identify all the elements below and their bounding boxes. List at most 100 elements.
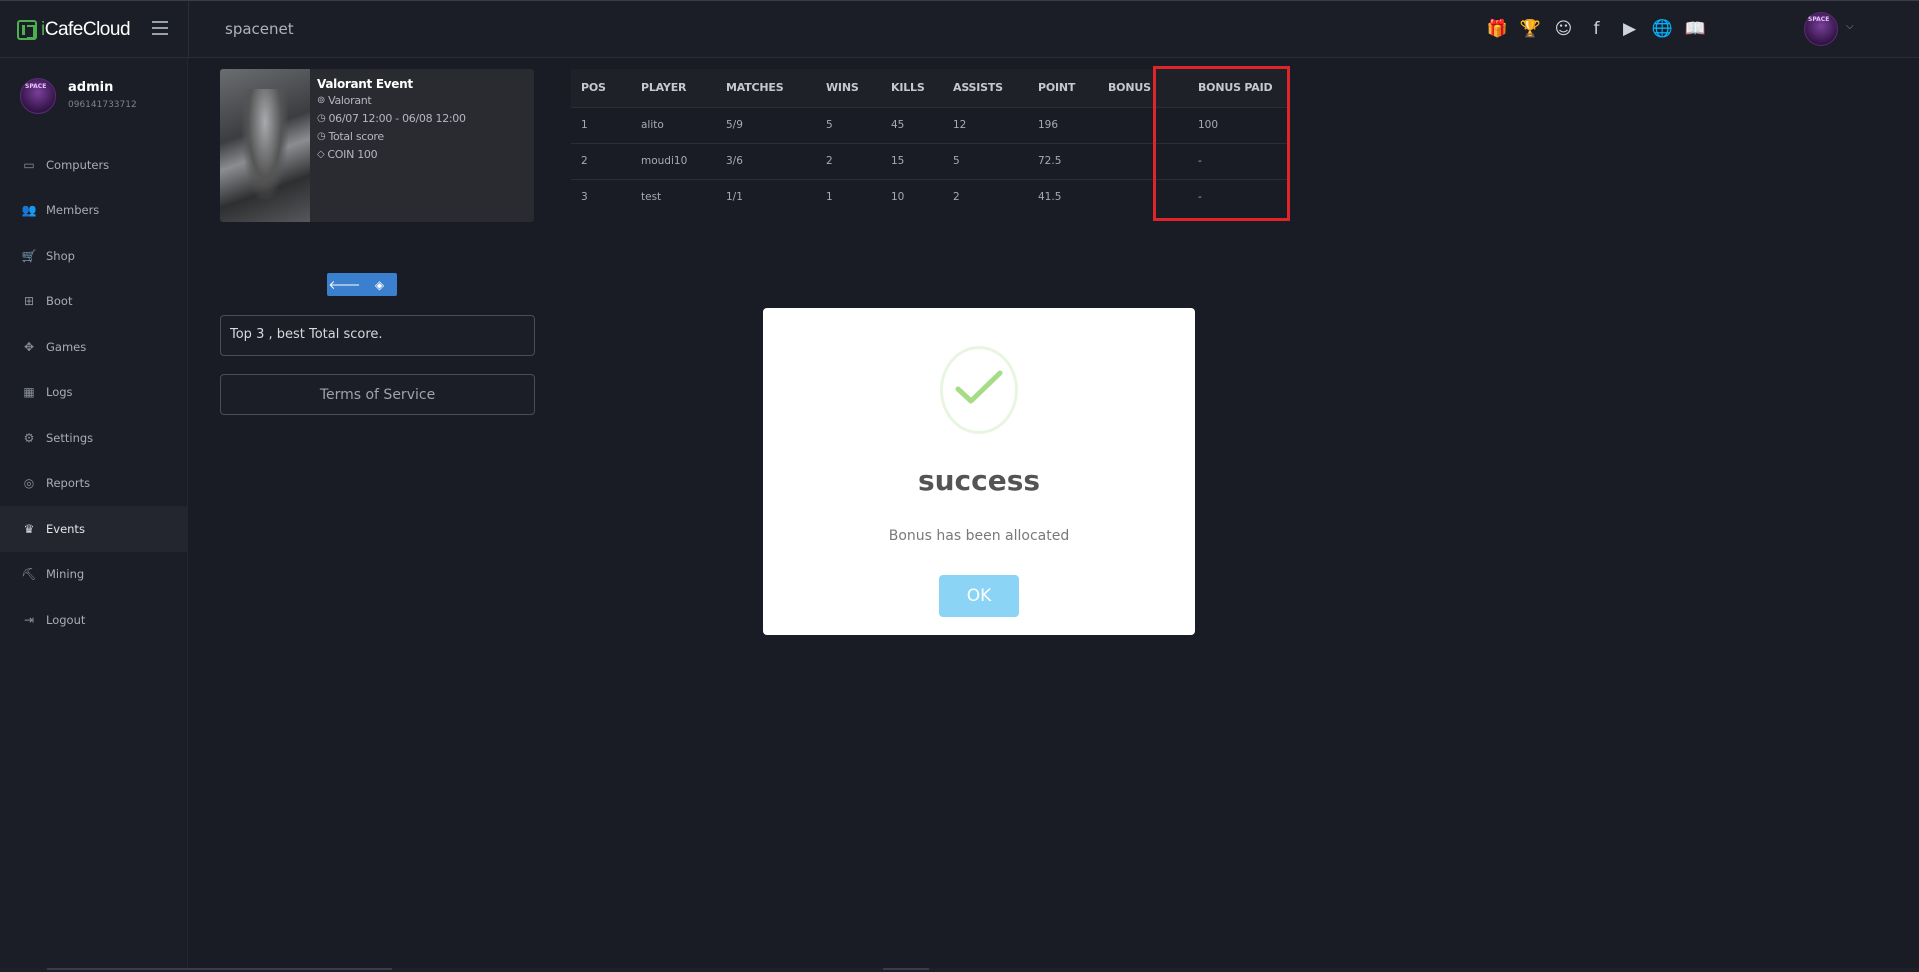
table-cell: 15 [881, 142, 943, 179]
table-row: 2 moudi10 3/6 2 15 5 72.5- [571, 142, 1289, 179]
settings-icon: ⚙ [23, 430, 35, 445]
table-cell: 41.5 [1028, 178, 1098, 215]
sidebar-item-mining[interactable]: ⛏ Mining [0, 552, 188, 598]
column-header[interactable]: POINT [1028, 69, 1098, 107]
event-scoring-line: ◷ Total score [317, 130, 466, 143]
ok-button[interactable]: OK [939, 575, 1019, 617]
leaderboard-table: POS PLAYER MATCHES WINS KILLS ASSISTS POINT BON… [571, 69, 1289, 215]
table-cell: 1 [571, 106, 631, 143]
calendar-icon: ▦ [23, 385, 35, 400]
pickaxe-icon: ⛏ [21, 567, 37, 582]
event-reward: COIN 100 [327, 148, 378, 161]
logout-icon: ⇥ [23, 612, 35, 627]
column-header[interactable]: MATCHES [716, 69, 816, 107]
user-phone: 096141733712 [68, 100, 137, 110]
sidebar-item-label: Mining [46, 567, 85, 582]
table-cell: 1/1 [716, 178, 816, 215]
event-card: Valorant Event ⊚ Valorant ◷ 06/07 12:00 - … [220, 69, 534, 222]
sidebar-item-logs[interactable]: ▦ Logs [0, 370, 188, 416]
site-name: spacenet [225, 20, 294, 38]
chevron-down-icon[interactable]: ⌵ [1846, 21, 1854, 32]
modal-title: success [917, 464, 1041, 497]
table-cell: 5 [816, 106, 881, 143]
target-icon: ◷ [317, 131, 326, 142]
sidebar-item-label: Settings [46, 430, 94, 445]
book-icon[interactable]: 📖 [1684, 17, 1707, 41]
column-header[interactable]: PLAYER [631, 69, 716, 107]
column-header[interactable]: ASSISTS [943, 69, 1028, 107]
table-cell: - [1168, 178, 1289, 215]
hamburger-menu-icon[interactable] [152, 21, 168, 35]
table-cell: 196 [1028, 106, 1098, 143]
sidebar: admin 096141733712 ▭ Computers 👥 Members 🛒 Sh… [0, 58, 188, 972]
table-cell: 72.5 [1028, 142, 1098, 179]
modal-message: Bonus has been allocated [888, 528, 1070, 544]
column-header[interactable]: WINS [816, 69, 881, 107]
table-row: 1 alito 5/9 5 45 12 196 100 [571, 106, 1289, 143]
pay-bonus-button[interactable]: ◈ [362, 273, 397, 296]
globe-icon[interactable]: 🌐 [1651, 17, 1674, 41]
sidebar-item-label: Logout [46, 612, 86, 627]
user-name: admin [68, 80, 114, 95]
sidebar-item-label: Games [46, 339, 87, 354]
table-cell: test [631, 178, 716, 215]
table-cell [1098, 106, 1168, 143]
gamepad-icon: ✥ [23, 339, 35, 354]
discord-icon[interactable]: ☺ [1552, 17, 1575, 41]
sidebar-item-boot[interactable]: ⊞ Boot [0, 279, 188, 325]
column-header[interactable]: BONUS PAID [1168, 69, 1289, 107]
table-cell [1098, 142, 1168, 179]
sidebar-item-members[interactable]: 👥 Members [0, 188, 188, 234]
event-period-line: ◷ 06/07 12:00 - 06/08 12:00 [317, 112, 466, 125]
back-button[interactable]: 🡐 [327, 273, 362, 296]
horizontal-scrollbar[interactable] [0, 968, 1919, 972]
trophy-icon[interactable]: 🏆 [1519, 17, 1542, 41]
sidebar-item-computers[interactable]: ▭ Computers [0, 142, 188, 188]
clock-icon: ◷ [317, 113, 326, 124]
event-description: Top 3 , best Total score. [220, 315, 535, 356]
table-cell: moudi10 [631, 142, 716, 179]
sidebar-item-reports[interactable]: ◎ Reports [0, 461, 188, 507]
youtube-icon[interactable]: ▶ [1618, 17, 1641, 41]
gift-icon[interactable]: 🎁 [1486, 17, 1509, 41]
table-cell: 2 [943, 178, 1028, 215]
cart-icon: 🛒 [21, 248, 37, 263]
table-cell: 3 [571, 178, 631, 215]
table-cell: - [1168, 142, 1289, 179]
sidebar-item-games[interactable]: ✥ Games [0, 324, 188, 370]
sidebar-item-label: Logs [46, 385, 73, 400]
avatar [20, 78, 56, 114]
user-avatar-top[interactable] [1804, 12, 1838, 46]
windows-icon: ⊞ [23, 294, 35, 309]
table-cell: 5/9 [716, 106, 816, 143]
table-header-row: POS PLAYER MATCHES WINS KILLS ASSISTS POINT BON… [571, 69, 1289, 107]
sidebar-item-logout[interactable]: ⇥ Logout [0, 597, 188, 643]
gamepad-icon: ⊚ [317, 95, 326, 106]
sidebar-menu: ▭ Computers 👥 Members 🛒 Shop ⊞ Boot ✥ Games ▦ Logs ⚙… [0, 142, 188, 643]
checkmark-icon [955, 370, 1003, 404]
sidebar-item-label: Reports [46, 476, 91, 491]
table-cell: 3/6 [716, 142, 816, 179]
table-cell: 100 [1168, 106, 1289, 143]
table-cell: 2 [571, 142, 631, 179]
table-cell: 2 [816, 142, 881, 179]
event-game: Valorant [328, 94, 372, 107]
app-logo[interactable]: iCafeCloud [17, 19, 131, 41]
column-header[interactable]: BONUS [1098, 69, 1168, 107]
diamond-icon: ◇ [317, 149, 325, 160]
sidebar-item-label: Shop [46, 248, 75, 263]
logo-text: iCafeCloud [41, 19, 131, 40]
terms-of-service-button[interactable]: Terms of Service [220, 374, 535, 415]
table-cell: alito [631, 106, 716, 143]
arrow-left-icon: 🡐 [328, 278, 361, 292]
column-header[interactable]: POS [571, 69, 631, 107]
sidebar-item-settings[interactable]: ⚙ Settings [0, 415, 188, 461]
column-header[interactable]: KILLS [881, 69, 943, 107]
sidebar-item-shop[interactable]: 🛒 Shop [0, 233, 188, 279]
facebook-icon[interactable]: f [1585, 17, 1608, 41]
members-icon: 👥 [21, 203, 37, 218]
table-cell [1098, 178, 1168, 215]
sidebar-item-events[interactable]: ♛ Events [0, 506, 188, 552]
table-cell: 5 [943, 142, 1028, 179]
top-icons-bar: 🎁 🏆 ☺ f ▶ 🌐 📖 [1486, 17, 1707, 41]
